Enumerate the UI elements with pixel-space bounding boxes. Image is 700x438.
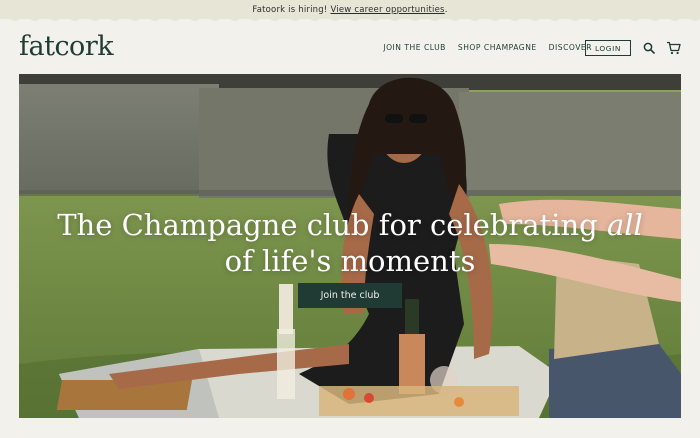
hero-section: The Champagne club for celebrating all o… xyxy=(19,74,681,418)
career-link[interactable]: View career opportunities xyxy=(330,5,444,15)
headline-line1: The Champagne club for celebrating xyxy=(57,208,607,242)
announcement-text: Fatoork is hiring! xyxy=(252,4,328,15)
headline-emphasis: all xyxy=(606,208,643,242)
site-header: fatcork JOIN THE CLUB SHOP CHAMPAGNE DIS… xyxy=(0,23,700,73)
main-nav: JOIN THE CLUB SHOP CHAMPAGNE DISCOVER xyxy=(383,43,592,52)
nav-join-the-club[interactable]: JOIN THE CLUB xyxy=(383,43,446,52)
cart-icon[interactable] xyxy=(665,40,681,56)
headline-line2: of life's moments xyxy=(224,244,476,278)
nav-shop-champagne[interactable]: SHOP CHAMPAGNE xyxy=(458,43,537,52)
join-the-club-button[interactable]: Join the club xyxy=(298,283,402,308)
fatcork-logo[interactable]: fatcork xyxy=(19,31,114,62)
login-button[interactable]: LOGIN xyxy=(585,40,631,56)
hero-headline: The Champagne club for celebrating all o… xyxy=(19,207,681,279)
announcement-suffix: . xyxy=(444,4,448,15)
search-icon[interactable] xyxy=(641,40,657,56)
